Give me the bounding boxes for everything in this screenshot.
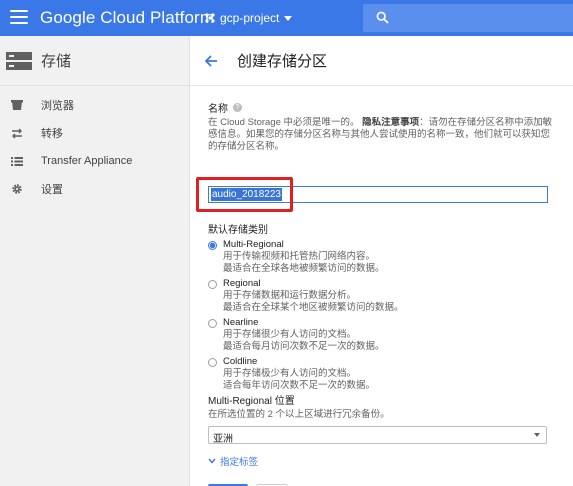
chevron-down-icon — [208, 458, 216, 464]
storage-class-label: 默认存储类别 — [208, 225, 268, 236]
name-label: 名称 ? — [208, 100, 553, 115]
radio-button[interactable] — [208, 280, 217, 289]
project-selector[interactable]: gcp-project — [204, 10, 293, 26]
sidebar-item-label: 转移 — [41, 128, 63, 140]
search-icon — [376, 11, 389, 24]
option-desc: 用于传输视频和托管热门网络内容。 — [223, 251, 376, 262]
sidebar-header: 存储 — [0, 36, 189, 86]
option-desc: 最适合在全球某个地区被频繁访问的数据。 — [223, 302, 404, 313]
chevron-down-icon — [534, 433, 540, 437]
storage-class-multi-regional[interactable]: Multi-Regional 用于传输视频和托管热门网络内容。 最适合在全球各地… — [208, 239, 553, 275]
name-desc-prefix: 在 Cloud Storage 中必须是唯一的。 — [208, 117, 360, 128]
sidebar-item-label: 设置 — [41, 184, 63, 196]
option-desc: 用于存储数据和运行数据分析。 — [223, 290, 357, 301]
sidebar: 存储 浏览器 转移 Transfer Appliance 设置 — [0, 36, 190, 486]
sidebar-item-browser[interactable]: 浏览器 — [0, 91, 189, 119]
gear-icon — [10, 183, 24, 195]
sidebar-item-label: Transfer Appliance — [41, 155, 133, 167]
storage-bucket-icon — [10, 99, 24, 111]
main-content: 创建存储分区 名称 ? 在 Cloud Storage 中必须是唯一的。 隐私注… — [190, 36, 573, 486]
location-description: 在所选位置的 2 个以上区域进行冗余备份。 — [208, 409, 390, 420]
back-arrow-icon[interactable] — [204, 54, 218, 68]
sidebar-item-transfer-appliance[interactable]: Transfer Appliance — [0, 147, 189, 175]
bucket-name-field[interactable]: audio_2018223 — [208, 186, 548, 205]
option-desc: 最适合在全球各地被频繁访问的数据。 — [223, 263, 385, 274]
help-icon[interactable]: ? — [233, 103, 242, 112]
bucket-name-input[interactable] — [209, 190, 547, 205]
option-title: Regional — [223, 278, 261, 289]
storage-class-group: 默认存储类别 Multi-Regional 用于传输视频和托管热门网络内容。 最… — [208, 221, 553, 392]
sidebar-item-settings[interactable]: 设置 — [0, 175, 189, 203]
option-title: Nearline — [223, 317, 259, 328]
radio-button[interactable] — [208, 319, 217, 328]
storage-class-coldline[interactable]: Coldline 用于存储极少有人访问的文档。 适合每年访问次数不足一次的数据。 — [208, 356, 553, 392]
storage-icon — [6, 51, 32, 70]
storage-class-regional[interactable]: Regional 用于存储数据和运行数据分析。 最适合在全球某个地区被频繁访问的… — [208, 278, 553, 314]
sidebar-item-label: 浏览器 — [41, 100, 74, 112]
app-title[interactable]: Google Cloud Platform — [40, 8, 214, 28]
storage-class-nearline[interactable]: Nearline 用于存储很少有人访问的文档。 最适合每月访问次数不足一次的数据… — [208, 317, 553, 353]
radio-button[interactable] — [208, 358, 217, 367]
project-dots-icon — [205, 13, 215, 23]
location-select-value: 亚洲 — [213, 434, 233, 445]
location-select[interactable]: 亚洲 — [208, 426, 547, 445]
option-desc: 用于存储极少有人访问的文档。 — [223, 368, 357, 379]
page-header: 创建存储分区 — [190, 36, 573, 86]
top-app-bar: Google Cloud Platform gcp-project — [0, 0, 573, 36]
hamburger-menu-icon[interactable] — [10, 10, 28, 26]
option-desc: 适合每年访问次数不足一次的数据。 — [223, 380, 376, 391]
privacy-note-label: 隐私注意事项 — [362, 117, 420, 128]
option-title: Coldline — [223, 356, 258, 367]
specify-labels-link[interactable]: 指定标签 — [208, 454, 258, 468]
sidebar-title: 存储 — [41, 53, 72, 70]
create-bucket-form: 名称 ? 在 Cloud Storage 中必须是唯一的。 隐私注意事项：请勿在… — [196, 100, 553, 486]
name-description: 在 Cloud Storage 中必须是唯一的。 隐私注意事项：请勿在存储分区名… — [208, 117, 553, 153]
option-desc: 最适合每月访问次数不足一次的数据。 — [223, 341, 385, 352]
appliance-list-icon — [10, 156, 24, 167]
location-label: Multi-Regional 位置 — [208, 396, 295, 407]
transfer-arrows-icon — [10, 128, 24, 139]
specify-labels-text: 指定标签 — [220, 457, 259, 468]
project-name: gcp-project — [220, 11, 280, 25]
name-label-text: 名称 — [208, 104, 228, 115]
location-section: Multi-Regional 位置 在所选位置的 2 个以上区域进行冗余备份。 … — [208, 392, 553, 445]
sidebar-item-transfer[interactable]: 转移 — [0, 119, 189, 147]
search-input[interactable] — [363, 4, 573, 32]
option-desc: 用于存储很少有人访问的文档。 — [223, 329, 357, 340]
radio-button-checked[interactable] — [208, 241, 217, 250]
option-title: Multi-Regional — [223, 239, 284, 250]
chevron-down-icon — [284, 15, 293, 21]
page-title: 创建存储分区 — [237, 53, 328, 70]
